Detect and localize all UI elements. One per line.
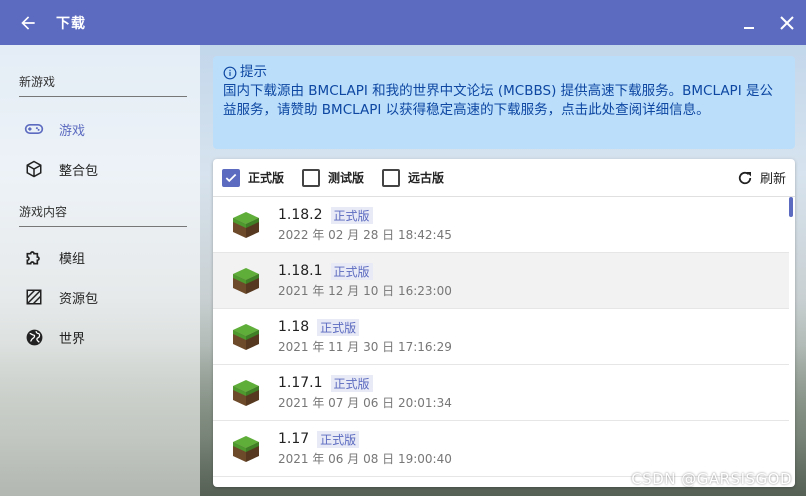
minimize-icon — [744, 26, 754, 29]
refresh-label: 刷新 — [759, 172, 786, 187]
download-source-notice[interactable]: 提示 国内下载源由 BMCLAPI 和我的世界中文论坛 (MCBBS) 提供高速… — [213, 56, 795, 149]
globe-icon — [24, 327, 44, 347]
release-date: 2021 年 07 月 06 日 20:01:34 — [278, 395, 452, 410]
release-tag: 正式版 — [330, 374, 373, 392]
list-scrollbar[interactable] — [789, 197, 793, 217]
notice-title: 提示 — [240, 64, 267, 80]
grass-block-icon — [231, 210, 261, 240]
version-row[interactable]: 1.18.2 正式版 2022 年 02 月 28 日 18:42:45 — [213, 197, 789, 253]
snapshot-filter-checkbox[interactable]: 测试版 — [302, 168, 365, 187]
sidebar-section-game-content: 游戏内容 — [0, 189, 200, 227]
puzzle-icon — [24, 247, 44, 267]
version-list: 1.18.2 正式版 2022 年 02 月 28 日 18:42:45 1.18… — [213, 197, 789, 487]
sidebar-item-label: 世界 — [59, 331, 86, 347]
checkbox-label: 测试版 — [328, 171, 365, 185]
notice-text: 国内下载源由 BMCLAPI 和我的世界中文论坛 (MCBBS) 提供高速下载服… — [223, 83, 773, 118]
version-row[interactable]: 1.18.1 正式版 2021 年 12 月 10 日 16:23:00 — [213, 253, 789, 309]
release-tag: 正式版 — [330, 262, 373, 280]
sidebar-item-game[interactable]: 游戏 — [0, 109, 200, 149]
sidebar-item-label: 整合包 — [59, 163, 99, 179]
sidebar-item-modpack[interactable]: 整合包 — [0, 149, 200, 189]
version-number: 1.18 — [278, 319, 310, 335]
grass-block-icon — [231, 266, 261, 296]
grass-block-icon — [231, 434, 261, 464]
old-filter-checkbox[interactable]: 远古版 — [382, 168, 445, 187]
version-number: 1.18.1 — [278, 263, 323, 279]
release-tag: 正式版 — [330, 206, 373, 224]
sidebar-item-mods[interactable]: 模组 — [0, 237, 200, 277]
checkbox-label: 正式版 — [248, 171, 285, 185]
version-filter-bar: 正式版 测试版 远古版 刷新 — [213, 159, 795, 197]
release-date: 2021 年 11 月 30 日 17:16:29 — [278, 339, 452, 354]
sidebar: 新游戏 游戏 整合包 游戏内容 模组 资源包 世界 — [0, 45, 200, 496]
sidebar-item-label: 模组 — [59, 251, 86, 267]
watermark-text: CSDN @GARSISGOD — [631, 470, 792, 488]
sidebar-item-label: 游戏 — [59, 123, 86, 139]
refresh-icon — [738, 171, 752, 184]
refresh-button[interactable]: 刷新 — [736, 168, 786, 187]
arrow-left-icon — [21, 15, 35, 30]
close-button[interactable] — [768, 0, 806, 45]
minimize-button[interactable] — [730, 0, 768, 45]
sidebar-item-world[interactable]: 世界 — [0, 317, 200, 357]
window-title: 下载 — [56, 15, 86, 32]
version-row[interactable]: 1.18 正式版 2021 年 11 月 30 日 17:16:29 — [213, 309, 789, 365]
title-bar: 下载 — [0, 0, 806, 45]
grass-block-icon — [231, 378, 261, 408]
gamepad-icon — [24, 119, 44, 139]
checkbox-unchecked-icon — [302, 168, 321, 187]
sidebar-header-game-content: 游戏内容 — [19, 189, 187, 227]
release-tag: 正式版 — [317, 430, 360, 448]
checkbox-checked-icon — [222, 168, 240, 187]
version-number: 1.17.1 — [278, 375, 323, 391]
release-tag: 正式版 — [317, 318, 360, 336]
version-row[interactable]: 1.17 正式版 2021 年 06 月 08 日 19:00:40 — [213, 421, 789, 477]
texture-icon — [24, 287, 44, 307]
package-icon — [24, 159, 44, 179]
release-date: 2022 年 02 月 28 日 18:42:45 — [278, 227, 452, 242]
release-filter-checkbox[interactable]: 正式版 — [222, 168, 285, 187]
grass-block-icon — [231, 322, 261, 352]
sidebar-section-new-game: 新游戏 — [0, 45, 200, 97]
info-icon — [223, 66, 237, 79]
sidebar-item-label: 资源包 — [59, 291, 99, 307]
version-number: 1.18.2 — [278, 207, 323, 223]
sidebar-header-new-game: 新游戏 — [19, 45, 187, 97]
version-number: 1.17 — [278, 431, 310, 447]
release-date: 2021 年 12 月 10 日 16:23:00 — [278, 283, 452, 298]
checkbox-unchecked-icon — [382, 168, 401, 187]
back-button[interactable] — [0, 0, 56, 45]
version-list-panel: 正式版 测试版 远古版 刷新 1.18.2 正式版 2022 年 02 月 28 … — [213, 159, 795, 487]
checkbox-label: 远古版 — [408, 171, 445, 185]
close-icon — [780, 15, 794, 30]
sidebar-item-resourcepack[interactable]: 资源包 — [0, 277, 200, 317]
version-row[interactable]: 1.17.1 正式版 2021 年 07 月 06 日 20:01:34 — [213, 365, 789, 421]
release-date: 2021 年 06 月 08 日 19:00:40 — [278, 451, 452, 466]
